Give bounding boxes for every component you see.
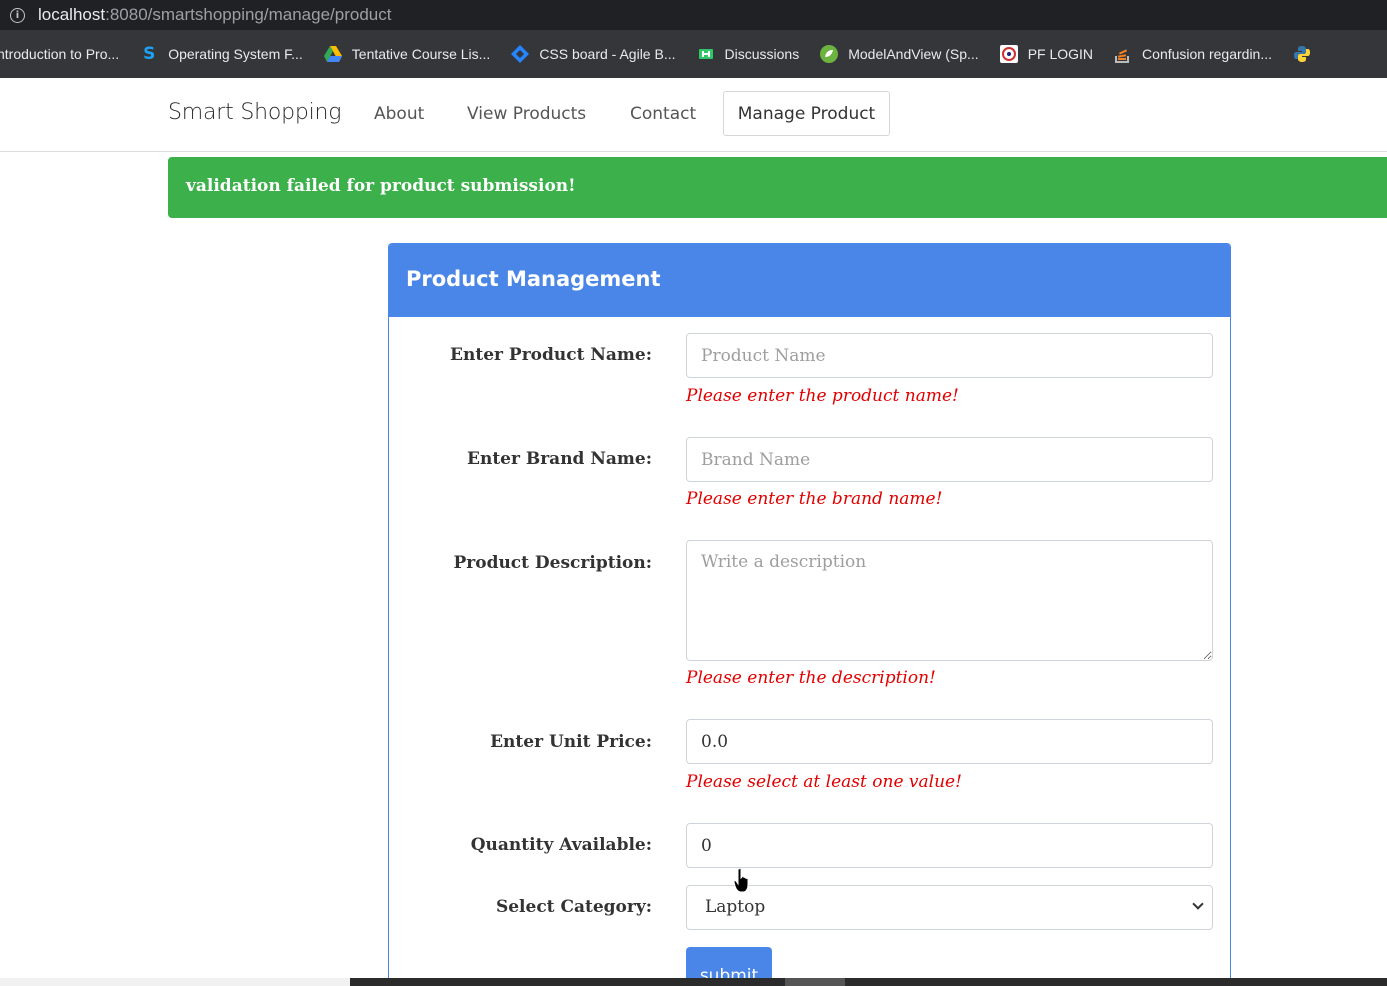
bookmark-discussions[interactable]: Discussions [697, 45, 799, 63]
address-bar[interactable]: i localhost:8080/smartshopping/manage/pr… [0, 0, 1387, 30]
brand-name-input[interactable] [686, 437, 1213, 482]
nav-link-view-products[interactable]: View Products [467, 104, 586, 124]
spring-icon [820, 45, 839, 63]
quantity-label: Quantity Available: [470, 835, 652, 855]
scrollbar-segment [785, 978, 845, 986]
python-icon [1293, 45, 1311, 63]
description-label: Product Description: [453, 553, 652, 573]
jira-icon [511, 45, 530, 63]
bookmark-css-board[interactable]: CSS board - Agile B... [511, 45, 676, 63]
unit-price-error: Please select at least one value! [686, 772, 962, 792]
info-icon[interactable]: i [10, 7, 25, 23]
chevron-down-icon [1192, 898, 1204, 910]
bookmark-operating-system[interactable]: S Operating System F... [140, 44, 303, 64]
category-selected-value: Laptop [705, 897, 766, 917]
category-select[interactable]: Laptop [686, 885, 1213, 930]
google-drive-icon [323, 45, 342, 63]
navbar: Smart Shopping About View Products Conta… [0, 78, 1387, 152]
bookmarks-bar: ntroduction to Pro... S Operating System… [0, 30, 1387, 78]
hackerrank-icon [697, 45, 715, 63]
product-name-error: Please enter the product name! [686, 386, 959, 406]
description-error: Please enter the description! [686, 668, 936, 688]
product-name-input[interactable] [686, 333, 1213, 378]
bookmark-tentative-course[interactable]: Tentative Course Lis... [323, 45, 490, 63]
unit-price-input[interactable] [686, 719, 1213, 764]
scrollbar-thumb[interactable] [350, 978, 1387, 986]
brand-name-error: Please enter the brand name! [686, 489, 943, 509]
category-label: Select Category: [495, 897, 652, 917]
bookmark-python[interactable] [1293, 45, 1321, 63]
brand-name-label: Enter Brand Name: [467, 449, 652, 469]
nav-link-contact[interactable]: Contact [630, 104, 696, 124]
description-textarea[interactable] [686, 540, 1213, 661]
unit-price-label: Enter Unit Price: [490, 732, 652, 752]
validation-alert: validation failed for product submission… [168, 157, 1387, 218]
bookmark-intro-programming[interactable]: ntroduction to Pro... [0, 46, 119, 62]
bookmark-pf-login[interactable]: PF LOGIN [999, 45, 1093, 63]
nav-link-manage-product[interactable]: Manage Product [723, 91, 890, 136]
horizontal-scrollbar[interactable] [0, 978, 1387, 986]
bookmark-modelandview[interactable]: ModelAndView (Sp... [820, 45, 979, 63]
stackoverflow-icon [1114, 45, 1132, 63]
epfo-icon [999, 45, 1018, 63]
s-icon: S [143, 44, 156, 64]
nav-link-about[interactable]: About [374, 104, 424, 124]
bookmark-confusion[interactable]: Confusion regardin... [1114, 45, 1272, 63]
product-name-label: Enter Product Name: [450, 345, 652, 365]
url-text[interactable]: localhost:8080/smartshopping/manage/prod… [38, 5, 391, 25]
panel-title: Product Management [389, 244, 1230, 317]
hand-cursor-icon [733, 868, 749, 893]
quantity-input[interactable] [686, 823, 1213, 868]
brand-logo[interactable]: Smart Shopping [168, 100, 341, 125]
